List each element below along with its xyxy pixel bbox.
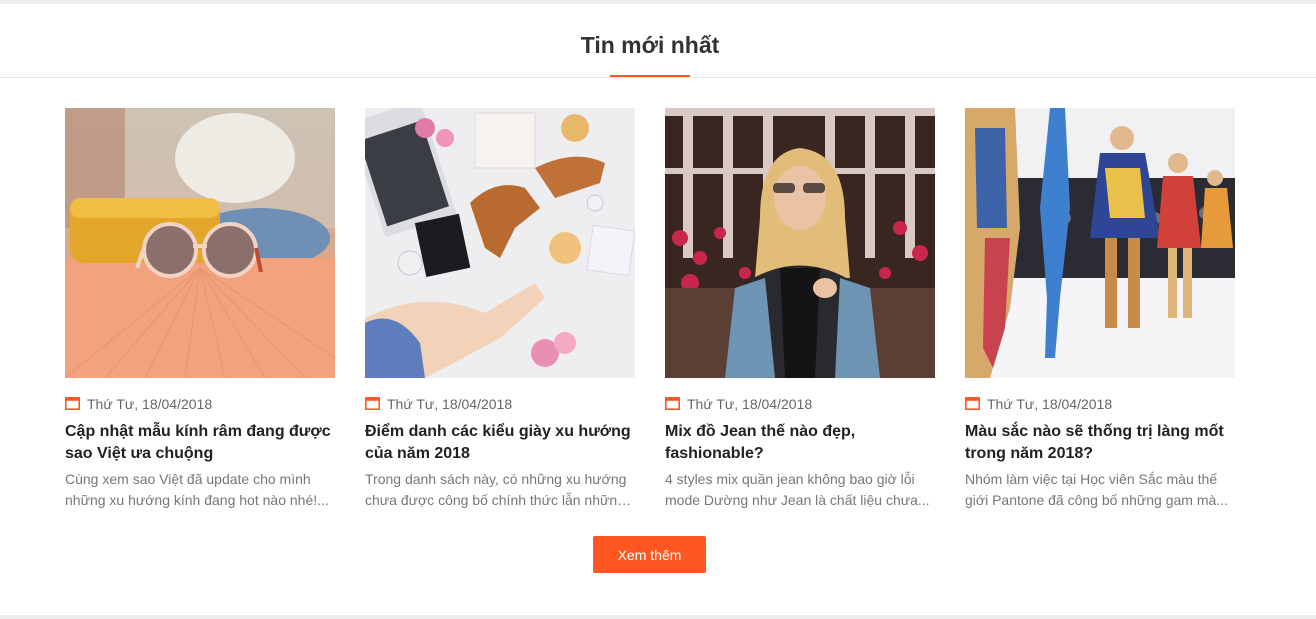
article-title[interactable]: Màu sắc nào sẽ thống trị làng mốt trong … [965,421,1235,465]
article-excerpt: Cùng xem sao Việt đã update cho mình nhữ… [65,469,335,511]
date-row: Thứ Tư, 18/04/2018 [65,395,335,413]
article-date: Thứ Tư, 18/04/2018 [387,396,513,412]
news-thumbnail-flatlay[interactable] [365,108,635,378]
section-title-accent [610,75,690,77]
news-thumbnail-sunglasses[interactable] [65,108,335,378]
article-date: Thứ Tư, 18/04/2018 [987,396,1113,412]
article-title-line: Màu sắc nào sẽ thống trị làng mốt [965,423,1224,440]
article-excerpt-line: 4 styles mix quần jean không bao giờ lỗi [665,471,915,487]
article-title-line: Mix đồ Jean thế nào đẹp, [665,423,856,440]
article-date: Thứ Tư, 18/04/2018 [87,396,213,412]
bottom-divider [0,615,1316,619]
article-excerpt-line: Trong danh sách này, có những xu hướng [365,471,627,487]
calendar-icon [965,397,980,410]
article-title[interactable]: Điểm danh các kiểu giày xu hướng của năm… [365,421,635,465]
date-row: Thứ Tư, 18/04/2018 [965,395,1235,413]
calendar-icon [665,397,680,410]
date-row: Thứ Tư, 18/04/2018 [365,395,635,413]
news-card: Thứ Tư, 18/04/2018 Cập nhật mẫu kính râm… [65,108,335,511]
article-excerpt: Trong danh sách này, có những xu hướng c… [365,469,635,511]
article-excerpt-line: mode Dường như Jean là chất liệu chưa... [665,492,930,508]
calendar-icon [365,397,380,410]
news-thumbnail-woman-jacket[interactable] [665,108,935,378]
article-title-line: của năm 2018 [365,445,470,462]
calendar-icon [65,397,80,410]
article-excerpt-line: chưa được công bố chính thức lẫn những..… [365,492,635,508]
news-card: Thứ Tư, 18/04/2018 Màu sắc nào sẽ thống … [965,108,1235,511]
section-title: Tin mới nhất [580,32,720,58]
article-excerpt-line: giới Pantone đã công bố những gam mà... [965,492,1228,508]
article-date: Thứ Tư, 18/04/2018 [687,396,813,412]
date-row: Thứ Tư, 18/04/2018 [665,395,935,413]
news-thumbnail-runway[interactable] [965,108,1235,378]
article-title[interactable]: Mix đồ Jean thế nào đẹp, fashionable? [665,421,935,465]
article-title-line: Điểm danh các kiểu giày xu hướng [365,423,631,440]
news-card: Thứ Tư, 18/04/2018 Mix đồ Jean thế nào đ… [665,108,935,511]
article-excerpt: Nhóm làm việc tại Học viên Sắc màu thế g… [965,469,1235,511]
article-excerpt-line: Nhóm làm việc tại Học viên Sắc màu thế [965,471,1218,487]
news-card: Thứ Tư, 18/04/2018 Điểm danh các kiểu gi… [365,108,635,511]
article-excerpt-line: những xu hướng kính đang hot nào nhé!... [65,492,329,508]
view-more-button[interactable]: Xem thêm [593,536,706,573]
top-divider [0,0,1316,4]
article-title-line: sao Việt ưa chuộng [65,445,214,462]
article-title[interactable]: Cập nhật mẫu kính râm đang được sao Việt… [65,421,335,465]
article-excerpt: 4 styles mix quần jean không bao giờ lỗi… [665,469,935,511]
article-title-line: fashionable? [665,445,764,462]
section-title-rule [0,77,1316,78]
article-title-line: trong năm 2018? [965,445,1094,462]
article-excerpt-line: Cùng xem sao Việt đã update cho mình [65,471,311,487]
article-title-line: Cập nhật mẫu kính râm đang được [65,423,331,440]
